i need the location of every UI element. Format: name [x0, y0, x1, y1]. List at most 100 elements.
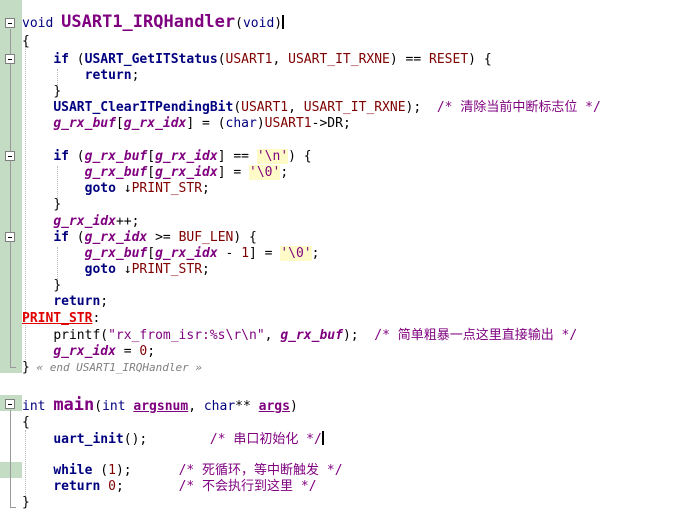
code-line[interactable]: uart_init(); /* 串口初始化 */ — [22, 431, 324, 447]
variable: g_rx_idx — [155, 246, 218, 261]
code-line[interactable]: return; — [22, 68, 140, 84]
code-line[interactable]: printf("rx_from_isr:%s\r\n", g_rx_buf); … — [22, 328, 577, 344]
punct: ) — [256, 116, 265, 131]
punct: [ — [147, 246, 156, 261]
code-line[interactable]: { — [22, 34, 30, 50]
code-line[interactable]: g_rx_buf[g_rx_idx] = (char)USART1->DR; — [22, 116, 350, 132]
fold-end-marker — [10, 507, 16, 508]
punct: ; — [311, 246, 320, 261]
punct: ) { — [233, 230, 257, 245]
punct: ); — [115, 463, 132, 478]
comment: /* 清除当前中断标志位 */ — [436, 100, 601, 115]
variable: g_rx_idx — [155, 165, 218, 180]
punct: ); — [342, 328, 375, 343]
code-editor[interactable]: void USART1_IRQHandler(void) { if (USART… — [0, 0, 697, 520]
punct: ( — [100, 328, 109, 343]
punct: ++; — [115, 214, 140, 229]
comment: /* 简单粗暴一点这里直接输出 */ — [374, 328, 578, 343]
punct: ) — [289, 399, 298, 414]
code-line[interactable]: int main(int argsnum, char** args) — [22, 397, 298, 415]
number: 1 — [108, 463, 116, 478]
code-line[interactable]: while (1); /* 死循环，等中断触发 */ — [22, 463, 343, 479]
punct: ( — [68, 52, 85, 67]
collapse-icon[interactable] — [5, 18, 15, 28]
code-line[interactable]: PRINT_STR: — [22, 311, 100, 327]
code-line[interactable]: } — [22, 84, 61, 100]
keyword: while — [53, 463, 93, 478]
punct: , — [264, 328, 281, 343]
code-line[interactable]: g_rx_idx++; — [22, 214, 139, 230]
comment: /* 死循环，等中断触发 */ — [178, 463, 343, 478]
code-line[interactable]: goto ↓PRINT_STR; — [22, 181, 210, 197]
code-line[interactable]: return 0; /* 不会执行到这里 */ — [22, 479, 317, 495]
variable: g_rx_idx — [84, 230, 148, 245]
macro: USART_IT_RXNE — [303, 100, 406, 115]
comment: /* 串口初始化 */ — [209, 432, 322, 447]
collapse-icon[interactable] — [5, 151, 15, 161]
fold-margin[interactable] — [0, 0, 22, 520]
code-line[interactable]: return; — [22, 294, 108, 310]
punct: : — [92, 311, 101, 326]
punct: ) == — [389, 52, 430, 67]
collapse-icon[interactable] — [5, 399, 15, 409]
punct: ] = — [249, 246, 281, 261]
macro: RESET — [429, 52, 469, 67]
brace: { — [22, 415, 30, 430]
punct: ] = ( — [186, 116, 226, 131]
code-line[interactable]: if (USART_GetITStatus(USART1, USART_IT_R… — [22, 52, 492, 68]
keyword: int — [102, 399, 126, 414]
code-line[interactable]: g_rx_buf[g_rx_idx - 1] = '\0'; — [22, 246, 319, 262]
punct: (); — [123, 432, 148, 447]
collapse-icon[interactable] — [5, 232, 15, 242]
keyword: return — [53, 294, 101, 309]
code-line[interactable]: } — [22, 278, 61, 294]
parameter: args — [258, 399, 290, 414]
code-line[interactable]: g_rx_buf[g_rx_idx] = '\0'; — [22, 165, 288, 181]
code-line[interactable]: } « end USART1_IRQHandler » — [22, 360, 202, 376]
string-literal: "rx_from_isr:%s\r\n" — [108, 328, 265, 343]
macro: USART1 — [264, 116, 312, 131]
function-call: USART_GetITStatus — [84, 52, 218, 67]
collapse-icon[interactable] — [5, 54, 15, 64]
down-arrow-icon: ↓ — [123, 181, 132, 196]
punct: - — [217, 246, 242, 261]
code-line[interactable]: goto ↓PRINT_STR; — [22, 262, 210, 278]
punct: ; — [131, 68, 140, 83]
punct: ( — [94, 399, 103, 414]
code-line[interactable]: USART_ClearITPendingBit(USART1, USART_IT… — [22, 100, 601, 116]
keyword: char — [225, 116, 257, 131]
code-line[interactable]: { — [22, 415, 30, 431]
variable: g_rx_buf — [53, 116, 116, 131]
goto-label[interactable]: PRINT_STR — [132, 262, 202, 277]
keyword: goto — [84, 262, 116, 277]
macro: USART1 — [241, 100, 289, 115]
number: 0 — [108, 479, 116, 494]
punct: [ — [147, 165, 156, 180]
variable: g_rx_buf — [84, 165, 148, 180]
macro: USART_IT_RXNE — [288, 52, 390, 67]
text-cursor — [282, 15, 285, 29]
brace: } — [53, 278, 62, 293]
code-line[interactable]: void USART1_IRQHandler(void) — [22, 14, 285, 31]
variable: g_rx_idx — [155, 149, 218, 164]
code-line[interactable]: g_rx_idx = 0; — [22, 344, 155, 360]
punct: ; — [147, 344, 156, 359]
punct: [ — [147, 149, 156, 164]
macro: BUF_LEN — [178, 230, 234, 245]
code-line[interactable]: if (g_rx_idx >= BUF_LEN) { — [22, 230, 257, 246]
punct: ( — [233, 100, 242, 115]
char-literal: '\0' — [249, 165, 281, 180]
keyword: void — [22, 16, 54, 31]
keyword: return — [53, 479, 101, 494]
fold-end-annotation: « end USART1_IRQHandler » — [29, 361, 203, 374]
code-line[interactable]: } — [22, 495, 30, 511]
comment: /* 不会执行到这里 */ — [178, 479, 317, 494]
code-line[interactable]: if (g_rx_buf[g_rx_idx] == '\n') { — [22, 149, 312, 165]
goto-label[interactable]: PRINT_STR — [132, 181, 202, 196]
punct: , — [188, 399, 204, 414]
code-line[interactable]: } — [22, 197, 61, 213]
keyword: return — [84, 68, 132, 83]
punct: -> — [311, 116, 328, 131]
punct: ) { — [468, 52, 492, 67]
fold-line — [10, 29, 11, 367]
